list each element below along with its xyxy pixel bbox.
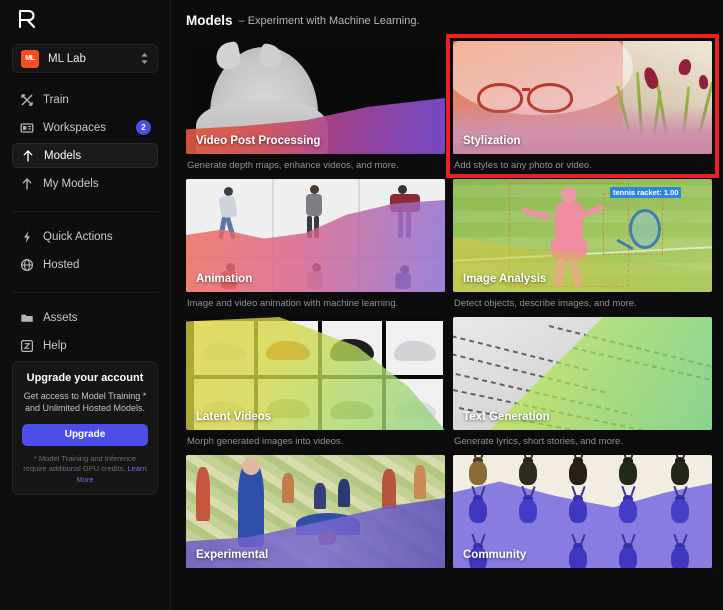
card-thumbnail: Experimental [186, 455, 445, 568]
card-title: Animation [196, 273, 253, 285]
card-thumbnail: Latent Videos [186, 317, 445, 430]
sidebar-item-label: Workspaces [43, 121, 107, 134]
folder-icon [19, 310, 34, 325]
model-card-latent-videos[interactable]: Latent Videos Morph generated images int… [186, 317, 445, 447]
sidebar-item-label: Help [43, 339, 67, 352]
help-icon [19, 338, 34, 353]
upgrade-title: Upgrade your account [26, 372, 144, 385]
upgrade-note-text: * Model Training and Inference require a… [23, 453, 137, 474]
detection-label: tennis racket: 1.00 [610, 187, 682, 198]
card-thumbnail: Video Post Processing [186, 41, 445, 154]
workspaces-icon [19, 120, 34, 135]
main-content: Models – Experiment with Machine Learnin… [171, 0, 723, 610]
card-title: Experimental [196, 549, 269, 561]
card-title: Image Analysis [463, 273, 547, 285]
model-card-animation[interactable]: Animation Image and video animation with… [186, 179, 445, 309]
card-description: Generate depth maps, enhance videos, and… [187, 160, 399, 171]
sidebar-item-label: Models [44, 149, 82, 162]
sidebar-item-label: Train [43, 93, 69, 106]
globe-icon [19, 257, 34, 272]
card-title: Video Post Processing [196, 135, 321, 147]
model-card-image-analysis[interactable]: tennis racket: 1.00 Image Analysis Detec… [453, 179, 712, 309]
workspace-avatar: ML [21, 49, 39, 68]
sidebar-item-assets[interactable]: Assets [12, 305, 158, 330]
workspace-name: ML Lab [48, 52, 86, 65]
card-thumbnail: tennis racket: 1.00 Image Analysis [453, 179, 712, 292]
sidebar-item-label: Hosted [43, 258, 80, 271]
models-icon [20, 148, 35, 163]
sidebar-item-models[interactable]: Models [12, 143, 158, 169]
card-thumbnail: Stylization [453, 41, 712, 154]
upgrade-note: * Model Training and Inference require a… [22, 454, 148, 486]
card-title: Community [463, 549, 527, 561]
sidebar-item-workspaces[interactable]: Workspaces 2 [12, 115, 158, 140]
page-subtitle: – Experiment with Machine Learning. [238, 14, 420, 27]
card-title: Stylization [463, 135, 521, 147]
card-description: Generate lyrics, short stories, and more… [454, 436, 623, 447]
sidebar-item-train[interactable]: Train [12, 87, 158, 112]
sidebar-item-label: Quick Actions [43, 230, 113, 243]
sidebar-item-hosted[interactable]: Hosted [12, 252, 158, 277]
chevron-up-down-icon [140, 52, 149, 66]
upgrade-subtitle: Get access to Model Training * and Unlim… [23, 391, 147, 414]
model-card-stylization[interactable]: Stylization Add styles to any photo or v… [446, 34, 719, 178]
model-card-community[interactable]: Community [453, 455, 712, 574]
card-description: Image and video animation with machine l… [187, 298, 399, 309]
nav-tertiary: Assets Help [12, 292, 158, 361]
model-card-video-post-processing[interactable]: Video Post Processing Generate depth map… [186, 41, 445, 171]
model-card-experimental[interactable]: Experimental [186, 455, 445, 574]
my-models-icon [19, 176, 34, 191]
workspace-selector[interactable]: ML ML Lab [12, 44, 158, 74]
card-title: Text Generation [463, 411, 550, 423]
card-title: Latent Videos [196, 411, 272, 423]
app-root: ML ML Lab Train Workspaces 2 Models My M… [0, 0, 723, 610]
lightning-icon [19, 229, 34, 244]
nav-secondary: Quick Actions Hosted [12, 211, 158, 280]
page-title: Models [186, 13, 233, 28]
sidebar-item-quick-actions[interactable]: Quick Actions [12, 224, 158, 249]
train-icon [19, 92, 34, 107]
card-thumbnail: Community [453, 455, 712, 568]
sidebar-item-label: My Models [43, 177, 99, 190]
logo-row [12, 0, 158, 38]
sidebar-item-my-models[interactable]: My Models [12, 171, 158, 196]
card-description: Add styles to any photo or video. [454, 160, 592, 171]
model-card-grid: Video Post Processing Generate depth map… [186, 34, 719, 574]
card-description: Morph generated images into videos. [187, 436, 344, 447]
card-thumbnail: Animation [186, 179, 445, 292]
card-description: Detect objects, describe images, and mor… [454, 298, 637, 309]
page-header: Models – Experiment with Machine Learnin… [186, 0, 723, 41]
workspaces-badge: 2 [136, 120, 151, 136]
upgrade-card: Upgrade your account Get access to Model… [12, 361, 158, 495]
sidebar: ML ML Lab Train Workspaces 2 Models My M… [0, 0, 171, 610]
nav-primary: Train Workspaces 2 Models My Models [12, 87, 158, 199]
upgrade-button[interactable]: Upgrade [22, 423, 148, 446]
sidebar-item-label: Assets [43, 311, 78, 324]
sidebar-item-help[interactable]: Help [12, 333, 158, 358]
card-thumbnail: Text Generation [453, 317, 712, 430]
runway-logo-icon[interactable] [16, 8, 38, 30]
model-card-text-generation[interactable]: Text Generation Generate lyrics, short s… [453, 317, 712, 447]
